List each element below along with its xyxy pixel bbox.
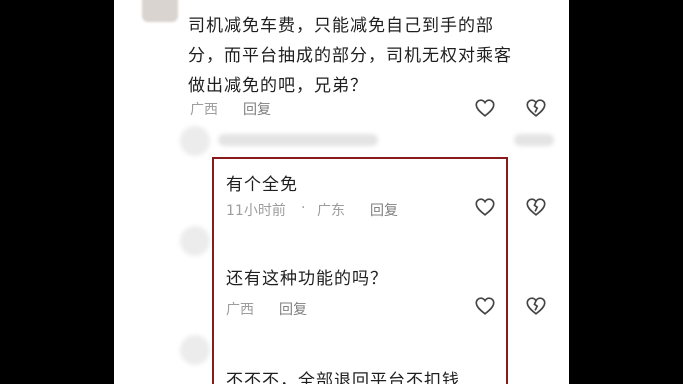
reply-text: 还有这种功能的吗？	[226, 269, 388, 289]
reply-time: 11小时前	[226, 203, 286, 219]
reply-button[interactable]: 回复	[370, 200, 398, 220]
heart-outline-icon[interactable]	[474, 196, 496, 218]
comment-panel: 司机减免车费，只能减免自己到手的部 分，而平台抽成的部分，司机无权对乘客 做出减…	[114, 0, 569, 384]
meta-separator: ·	[301, 200, 306, 216]
comment-text-line-3: 做出减免的吧，兄弟？	[188, 76, 368, 96]
reply-button[interactable]: 回复	[279, 299, 307, 319]
heart-outline-icon[interactable]	[474, 295, 496, 317]
reply-location: 广东	[317, 203, 345, 219]
broken-heart-icon[interactable]	[525, 97, 547, 119]
reply-location: 广西	[226, 302, 254, 318]
broken-heart-icon[interactable]	[525, 295, 547, 317]
comment-text-line-2: 分，而平台抽成的部分，司机无权对乘客	[188, 46, 512, 66]
reply-button[interactable]: 回复	[243, 99, 271, 119]
heart-outline-icon[interactable]	[474, 97, 496, 119]
comment-location: 广西	[190, 102, 218, 118]
avatar[interactable]	[142, 0, 178, 22]
broken-heart-icon[interactable]	[525, 196, 547, 218]
avatar[interactable]	[180, 335, 210, 365]
blurred-meta	[514, 134, 554, 146]
reply-text: 不不不，全部退回平台不扣钱	[226, 371, 460, 384]
blurred-username	[218, 134, 378, 146]
reply-text: 有个全免	[226, 175, 298, 195]
avatar[interactable]	[180, 126, 210, 156]
comment-text-line-1: 司机减免车费，只能减免自己到手的部	[188, 16, 494, 36]
avatar[interactable]	[180, 226, 210, 256]
